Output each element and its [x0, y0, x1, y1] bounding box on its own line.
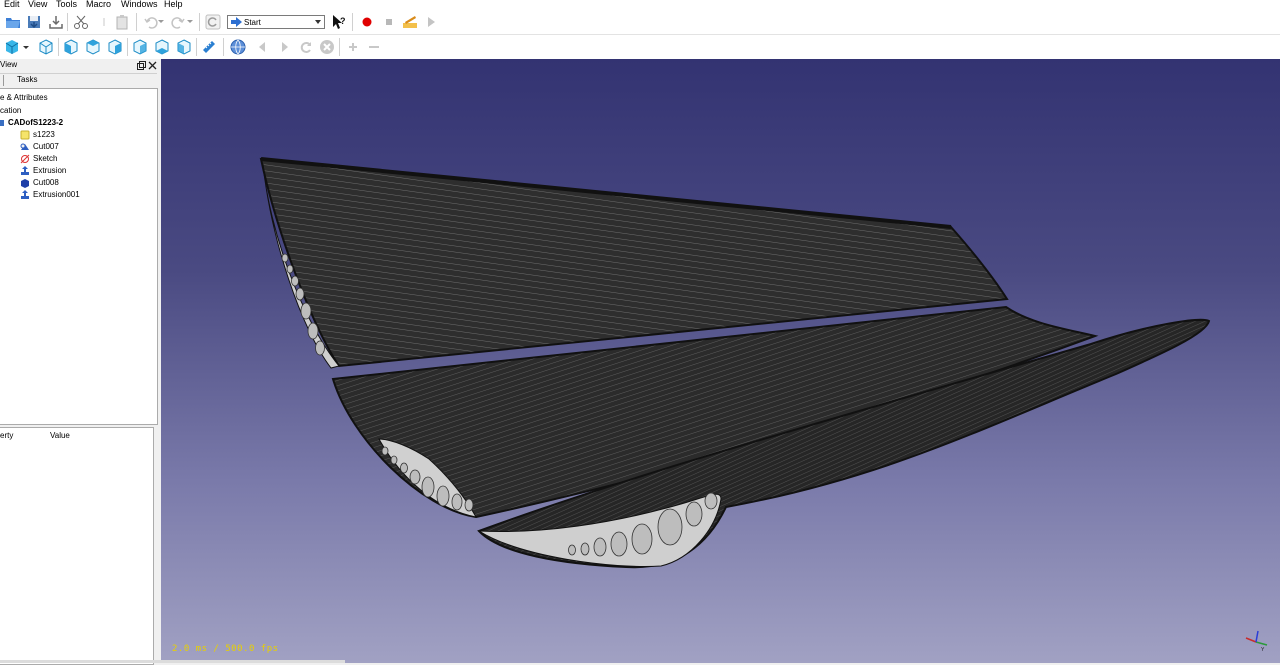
forward-arrow-icon[interactable] — [276, 39, 292, 55]
menu-tools[interactable]: Tools — [56, 0, 77, 9]
property-view: erty Value — [0, 427, 154, 665]
workbench-selector[interactable]: Start — [227, 15, 325, 29]
value-column-header: Value — [50, 431, 70, 440]
view-rear-icon[interactable] — [132, 39, 148, 55]
cut-scissors-icon[interactable] — [73, 14, 89, 30]
view-right-icon[interactable] — [107, 39, 123, 55]
measure-icon[interactable] — [201, 39, 217, 55]
view-isometric-icon[interactable] — [38, 39, 54, 55]
arrow-right-icon — [231, 17, 242, 27]
tab-model[interactable] — [0, 75, 4, 86]
separator — [339, 38, 340, 56]
float-panel-icon[interactable] — [137, 61, 146, 70]
redo-dropdown-icon[interactable] — [186, 16, 194, 26]
edit-macro-icon[interactable] — [402, 14, 418, 30]
axis-cross-icon: Y — [1245, 630, 1268, 653]
separator — [58, 38, 59, 56]
whats-this-icon[interactable]: ? — [331, 14, 347, 30]
separator — [199, 13, 200, 31]
zoom-out-icon[interactable] — [366, 39, 382, 55]
document-icon — [0, 120, 4, 126]
separator — [352, 13, 353, 31]
svg-text:Y: Y — [1261, 647, 1265, 653]
zoom-in-icon[interactable] — [345, 39, 361, 55]
open-folder-icon[interactable] — [5, 14, 21, 30]
separator — [223, 38, 224, 56]
redo-icon[interactable] — [170, 14, 186, 30]
menu-windows[interactable]: Windows — [121, 0, 158, 9]
svg-text:?: ? — [340, 16, 346, 26]
copy-icon[interactable] — [95, 14, 111, 30]
record-macro-icon[interactable] — [359, 14, 375, 30]
draw-style-icon[interactable] — [4, 39, 20, 55]
cut-icon — [20, 143, 29, 150]
undo-dropdown-icon[interactable] — [157, 16, 165, 26]
fps-counter: 2.0 ms / 500.0 fps — [172, 644, 279, 654]
view-top-icon[interactable] — [85, 39, 101, 55]
cut-solid-icon — [21, 179, 29, 188]
model-tree: e & Attributes cation CADofS1223-2 s1223… — [0, 88, 158, 425]
execute-macro-icon[interactable] — [423, 14, 439, 30]
tree-root-label: cation — [0, 106, 22, 115]
property-column-header: erty — [0, 431, 14, 440]
menu-view[interactable]: View — [28, 0, 47, 9]
sketch-yellow-icon — [20, 130, 30, 140]
save-as-icon[interactable] — [48, 14, 64, 30]
close-panel-icon[interactable] — [148, 61, 157, 70]
view-bottom-icon[interactable] — [154, 39, 170, 55]
combo-view-panel: View Tasks e & Attributes cation CADofS1… — [0, 59, 161, 665]
menu-macro[interactable]: Macro — [86, 0, 111, 9]
separator — [136, 13, 137, 31]
extrusion-icon — [21, 190, 29, 199]
extrusion-icon — [21, 166, 29, 175]
3d-viewport[interactable]: 2.0 ms / 500.0 fps Y — [161, 59, 1280, 663]
workbench-label: Start — [244, 18, 261, 27]
tree-section-label: e & Attributes — [0, 93, 48, 102]
sketch-icon — [20, 154, 30, 164]
reload-icon[interactable] — [298, 39, 314, 55]
draw-style-dropdown-icon[interactable] — [22, 42, 30, 52]
menu-bar: Edit View Tools Macro Windows Help — [0, 0, 1280, 10]
separator — [196, 38, 197, 56]
file-toolbar: Start ? — [0, 10, 1280, 35]
menu-edit[interactable]: Edit — [4, 0, 20, 9]
back-arrow-icon[interactable] — [255, 39, 271, 55]
view-toolbar — [0, 35, 1280, 60]
separator — [127, 38, 128, 56]
save-icon[interactable] — [26, 14, 42, 30]
wing-sections-model — [259, 157, 1211, 569]
menu-help[interactable]: Help — [164, 0, 183, 9]
stop-macro-icon[interactable] — [381, 14, 397, 30]
view-front-icon[interactable] — [63, 39, 79, 55]
chevron-down-icon — [315, 20, 321, 24]
refresh-icon[interactable] — [205, 14, 221, 30]
stop-loading-icon[interactable] — [319, 39, 335, 55]
paste-icon[interactable] — [114, 14, 130, 30]
separator — [67, 13, 68, 31]
combo-view-title: View — [0, 60, 18, 69]
divider — [0, 73, 157, 74]
tab-tasks[interactable]: Tasks — [17, 75, 37, 86]
view-left-icon[interactable] — [176, 39, 192, 55]
web-start-page-icon[interactable] — [230, 39, 246, 55]
